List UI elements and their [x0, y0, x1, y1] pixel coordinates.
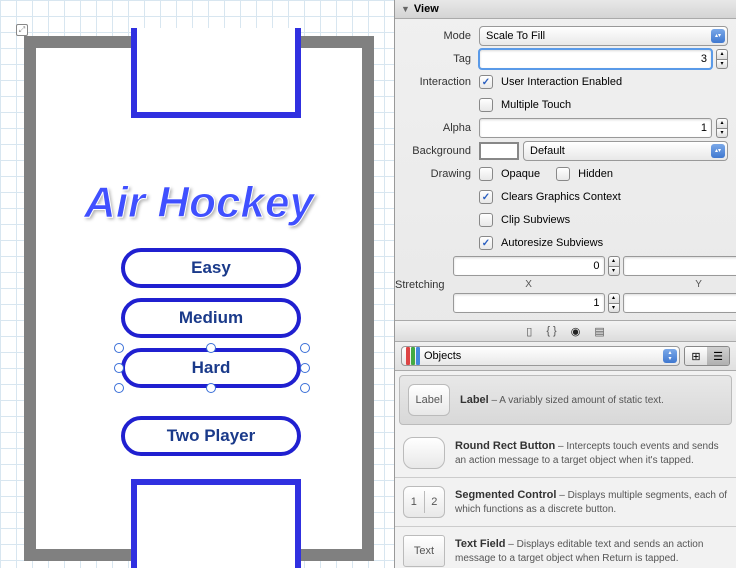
library-item-label[interactable]: Label Label – A variably sized amount of… — [399, 375, 732, 425]
library-item-round-rect-button[interactable]: Round Rect Button – Intercepts touch eve… — [395, 429, 736, 478]
library-view-toggle[interactable]: ⊞ ☰ — [684, 346, 730, 366]
section-title: View — [414, 3, 439, 15]
disclosure-triangle-icon[interactable]: ▼ — [401, 4, 410, 14]
alpha-label: Alpha — [395, 122, 479, 134]
selection-handle[interactable] — [300, 343, 310, 353]
background-color-well[interactable] — [479, 142, 519, 160]
user-interaction-checkbox[interactable]: ✓ — [479, 75, 493, 89]
tag-label: Tag — [395, 53, 479, 65]
stretch-h-input[interactable] — [623, 293, 736, 313]
stretch-x-stepper[interactable]: ▴▾ — [608, 256, 620, 276]
view-section-header[interactable]: ▼ View — [395, 0, 736, 19]
stretch-x-input[interactable] — [453, 256, 605, 276]
books-icon — [406, 347, 420, 365]
stretch-w-input[interactable] — [453, 293, 605, 313]
user-interaction-checkbox-label: User Interaction Enabled — [501, 76, 622, 88]
updown-arrows-icon: ▴▾ — [711, 29, 725, 43]
multiple-touch-checkbox-label: Multiple Touch — [501, 99, 571, 111]
drawing-label: Drawing — [395, 168, 479, 180]
selection-handle[interactable] — [114, 363, 124, 373]
mode-label: Mode — [395, 30, 479, 42]
library-mode-toolbar: ▯ { } ◉ ▤ — [395, 320, 736, 342]
file-template-icon[interactable]: ▯ — [526, 325, 532, 338]
tag-stepper[interactable]: ▴▾ — [716, 49, 728, 69]
multiple-touch-checkbox[interactable] — [479, 98, 493, 112]
label-icon: Label — [408, 384, 450, 416]
interaction-label: Interaction — [395, 76, 479, 88]
library-header: Objects ▴▾ ⊞ ☰ — [395, 342, 736, 371]
alpha-stepper[interactable]: ▴▾ — [716, 118, 728, 138]
list-view-icon[interactable]: ☰ — [707, 347, 729, 365]
updown-arrows-icon: ▴▾ — [711, 144, 725, 158]
inspector-panel: ▼ View Mode Scale To Fill ▴▾ Tag ▴▾ Inte… — [394, 0, 736, 568]
mode-select[interactable]: Scale To Fill ▴▾ — [479, 26, 728, 46]
object-library-list[interactable]: Label Label – A variably sized amount of… — [395, 371, 736, 568]
stretch-w-stepper[interactable]: ▴▾ — [608, 293, 620, 313]
library-filter-select[interactable]: Objects ▴▾ — [401, 346, 680, 366]
game-title-label[interactable]: Air Hockey — [36, 178, 362, 228]
tag-input[interactable] — [479, 49, 712, 69]
hidden-checkbox[interactable] — [556, 167, 570, 181]
object-icon[interactable]: ◉ — [571, 325, 581, 338]
autoresize-checkbox[interactable]: ✓ — [479, 236, 493, 250]
alpha-input[interactable] — [479, 118, 712, 138]
two-player-button[interactable]: Two Player — [121, 416, 301, 456]
background-label: Background — [395, 145, 479, 157]
background-select[interactable]: Default ▴▾ — [523, 141, 728, 161]
hard-button[interactable]: Hard — [121, 348, 301, 388]
root-view[interactable]: Air Hockey Easy Medium Hard Two Player — [24, 36, 374, 561]
stretching-label: Stretching — [395, 279, 453, 291]
segmented-control-icon: 12 — [403, 486, 445, 518]
goal-top[interactable] — [131, 28, 301, 118]
stretch-y-input[interactable] — [623, 256, 736, 276]
updown-arrows-icon: ▴▾ — [663, 349, 677, 363]
easy-button[interactable]: Easy — [121, 248, 301, 288]
selection-handle[interactable] — [114, 383, 124, 393]
code-snippet-icon[interactable]: { } — [546, 325, 556, 337]
library-item-segmented-control[interactable]: 12 Segmented Control – Displays multiple… — [395, 478, 736, 527]
goal-bottom[interactable] — [131, 479, 301, 568]
selection-handle[interactable] — [300, 383, 310, 393]
selection-handle[interactable] — [114, 343, 124, 353]
opaque-checkbox[interactable] — [479, 167, 493, 181]
resize-handle-icon[interactable]: ⤢ — [16, 24, 28, 36]
round-rect-button-icon — [403, 437, 445, 469]
text-field-icon: Text — [403, 535, 445, 567]
canvas-area[interactable]: ⤢ Air Hockey Easy Medium Hard Two Player — [0, 0, 394, 568]
media-icon[interactable]: ▤ — [594, 325, 604, 338]
library-item-text-field[interactable]: Text Text Field – Displays editable text… — [395, 527, 736, 568]
selection-handle[interactable] — [206, 343, 216, 353]
selection-handle[interactable] — [300, 363, 310, 373]
grid-view-icon[interactable]: ⊞ — [685, 347, 707, 365]
clip-subviews-checkbox[interactable] — [479, 213, 493, 227]
medium-button[interactable]: Medium — [121, 298, 301, 338]
selection-handle[interactable] — [206, 383, 216, 393]
attributes-body: Mode Scale To Fill ▴▾ Tag ▴▾ Interaction… — [395, 19, 736, 320]
clears-graphics-checkbox[interactable]: ✓ — [479, 190, 493, 204]
